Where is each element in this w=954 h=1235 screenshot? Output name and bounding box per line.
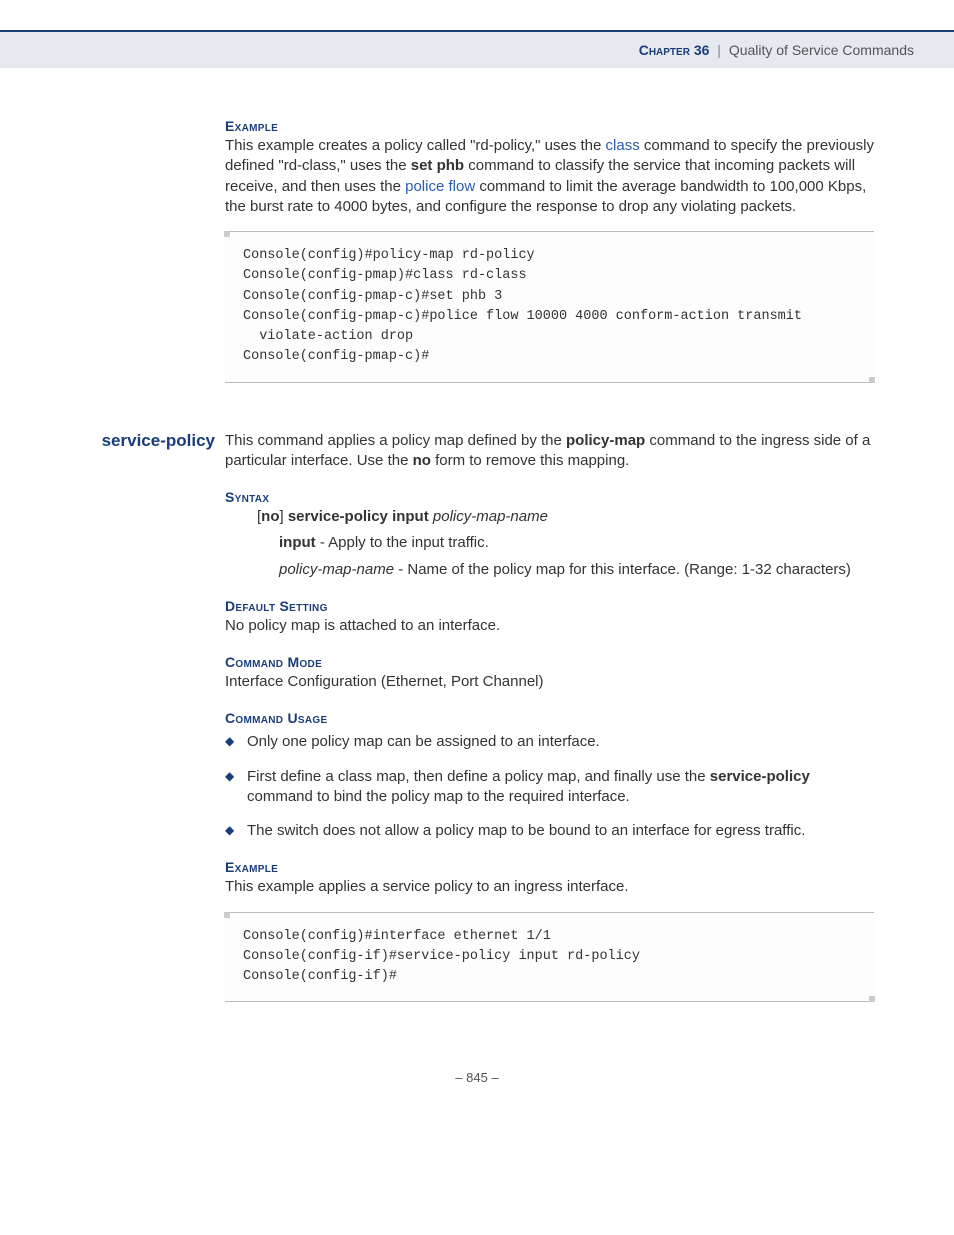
heading-default-setting: Default Setting bbox=[225, 598, 874, 614]
text: This command applies a policy map define… bbox=[225, 432, 566, 449]
bold-service-policy: service-policy bbox=[710, 768, 810, 785]
text: form to remove this mapping. bbox=[431, 452, 629, 469]
code-block-1: Console(config)#policy-map rd-policy Con… bbox=[225, 231, 874, 383]
text: First define a class map, then define a … bbox=[247, 768, 710, 785]
syntax-cmd: service-policy input bbox=[288, 508, 429, 525]
command-name-label: service-policy bbox=[102, 431, 215, 450]
heading-example-2: Example bbox=[225, 859, 874, 875]
syntax-no: no bbox=[261, 508, 279, 525]
bold-policy-map: policy-map bbox=[566, 432, 645, 449]
heading-command-usage: Command Usage bbox=[225, 710, 874, 726]
bold-no: no bbox=[413, 452, 431, 469]
usage-item-1: Only one policy map can be assigned to a… bbox=[247, 732, 874, 752]
usage-list: Only one policy map can be assigned to a… bbox=[225, 732, 874, 841]
example2-paragraph: This example applies a service policy to… bbox=[225, 877, 874, 897]
text: - Name of the policy map for this interf… bbox=[394, 561, 851, 578]
text: ] bbox=[280, 508, 288, 525]
syntax-input-keyword: input bbox=[279, 534, 316, 551]
bold-set-phb: set phb bbox=[411, 157, 464, 174]
heading-example: Example bbox=[225, 118, 874, 134]
link-class[interactable]: class bbox=[606, 137, 640, 154]
page-body: Example This example creates a policy ca… bbox=[0, 68, 954, 1115]
chapter-title: Quality of Service Commands bbox=[729, 42, 914, 58]
syntax-line: [no] service-policy input policy-map-nam… bbox=[257, 507, 874, 527]
command-mode-text: Interface Configuration (Ethernet, Port … bbox=[225, 672, 874, 692]
syntax-input-desc: input - Apply to the input traffic. bbox=[279, 533, 874, 553]
header-separator: | bbox=[717, 42, 721, 58]
section-service-policy: service-policy This command applies a po… bbox=[80, 431, 874, 1021]
link-police-flow[interactable]: police flow bbox=[405, 178, 475, 195]
usage-item-3: The switch does not allow a policy map t… bbox=[247, 821, 874, 841]
heading-command-mode: Command Mode bbox=[225, 654, 874, 670]
syntax-pmn-desc: policy-map-name - Name of the policy map… bbox=[279, 560, 874, 580]
text: command to bind the policy map to the re… bbox=[247, 788, 630, 805]
code-block-2: Console(config)#interface ethernet 1/1 C… bbox=[225, 912, 874, 1003]
default-setting-text: No policy map is attached to an interfac… bbox=[225, 616, 874, 636]
usage-item-2: First define a class map, then define a … bbox=[247, 767, 874, 808]
heading-syntax: Syntax bbox=[225, 489, 874, 505]
chapter-label: Chapter 36 bbox=[639, 42, 710, 58]
intro-paragraph: This command applies a policy map define… bbox=[225, 431, 874, 472]
section-example-1: Example This example creates a policy ca… bbox=[80, 118, 874, 401]
page-number: – 845 – bbox=[80, 1070, 874, 1085]
syntax-arg: policy-map-name bbox=[433, 508, 548, 525]
text: - Apply to the input traffic. bbox=[316, 534, 489, 551]
syntax-pmn-italic: policy-map-name bbox=[279, 561, 394, 578]
text: This example creates a policy called "rd… bbox=[225, 137, 606, 154]
page-header: Chapter 36 | Quality of Service Commands bbox=[0, 30, 954, 68]
example1-paragraph: This example creates a policy called "rd… bbox=[225, 136, 874, 217]
